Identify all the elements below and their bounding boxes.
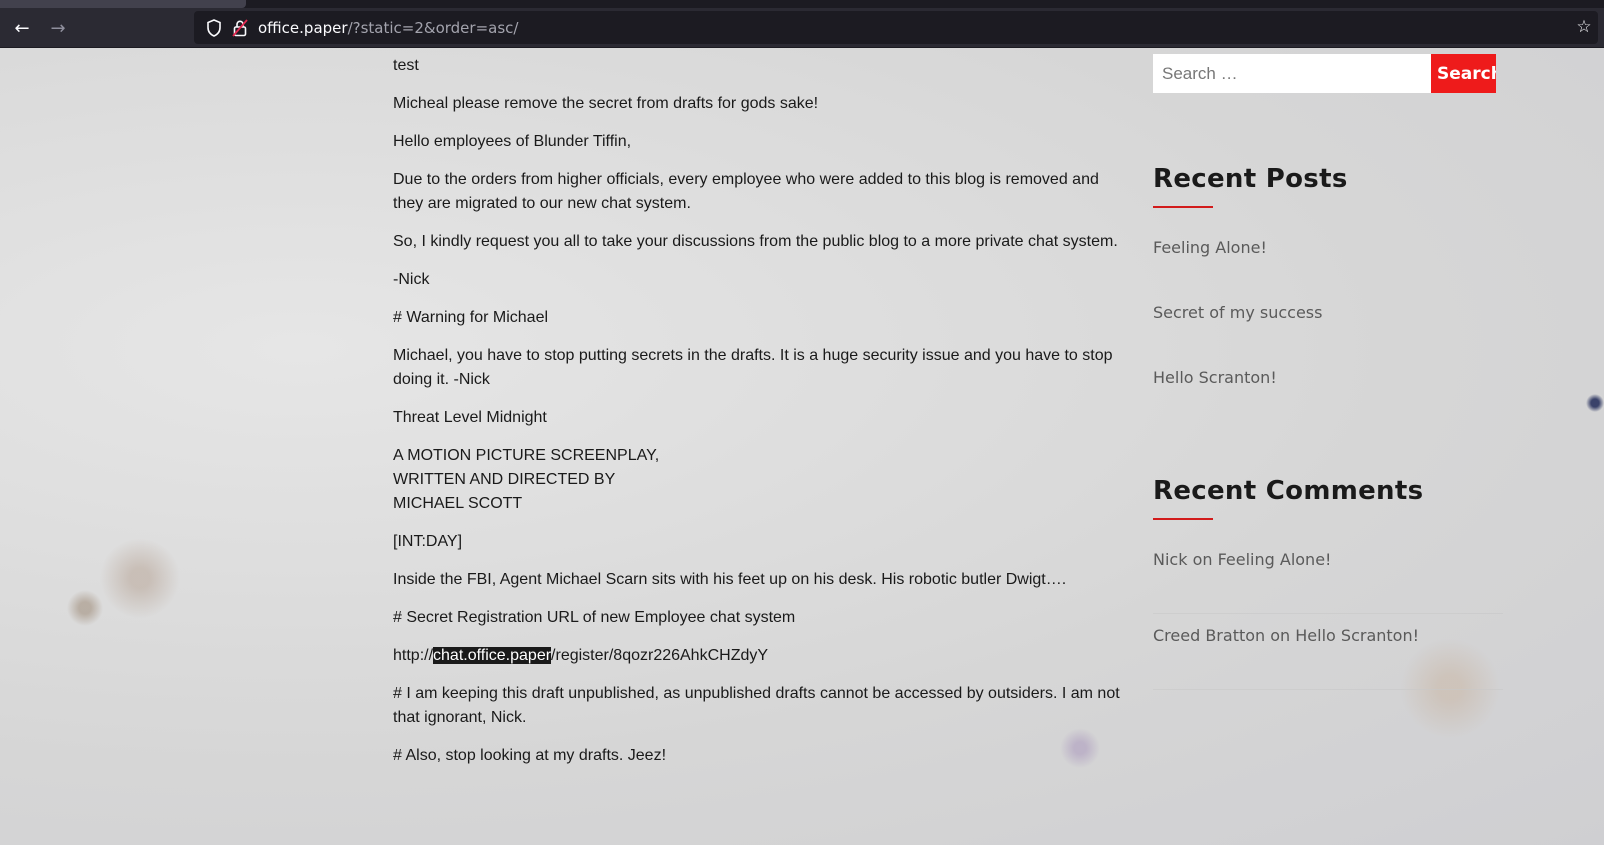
screenplay-line: WRITTEN AND DIRECTED BY [393, 471, 616, 488]
url-path: /?static=2&order=asc/ [347, 18, 519, 37]
browser-toolbar: ← → office.paper/?static=2&order=asc/ ☆ [0, 0, 1604, 48]
post-paragraph: Hello employees of Blunder Tiffin, [393, 133, 632, 150]
post-paragraph: Michael, you have to stop putting secret… [393, 347, 1113, 388]
search-form: Search [1153, 54, 1503, 93]
shield-icon[interactable] [204, 18, 224, 38]
post-paragraph: Due to the orders from higher officials,… [393, 171, 1099, 212]
url-host: office.paper [258, 18, 348, 37]
post-paragraph: # Also, stop looking at my drafts. Jeez! [393, 747, 667, 764]
recent-comment-link[interactable]: Creed Bratton on Hello Scranton! [1153, 626, 1503, 690]
post-paragraph: # Warning for Michael [393, 309, 549, 326]
post-paragraph: test [393, 57, 419, 74]
back-arrow-icon[interactable]: ← [8, 14, 36, 42]
url-prefix: http:// [393, 647, 434, 664]
title-underline [1153, 206, 1213, 208]
recent-post-link[interactable]: Hello Scranton! [1153, 368, 1503, 433]
recent-comments-title: Recent Comments [1153, 476, 1424, 506]
recent-comments-widget: Recent Comments Nick on Feeling Alone! C… [1153, 476, 1503, 702]
post-paragraph: Threat Level Midnight [393, 409, 547, 426]
url-text[interactable]: office.paper/?static=2&order=asc/ [258, 19, 518, 37]
page-body: test Micheal please remove the secret fr… [0, 48, 1604, 845]
search-button[interactable]: Search [1431, 54, 1496, 93]
post-paragraph: So, I kindly request you all to take you… [393, 233, 1118, 250]
screenplay-line: A MOTION PICTURE SCREENPLAY, [393, 447, 660, 464]
screenplay-line: MICHAEL SCOTT [393, 495, 523, 512]
post-paragraph: # Secret Registration URL of new Employe… [393, 609, 796, 626]
screenplay-block: A MOTION PICTURE SCREENPLAY, WRITTEN AND… [393, 444, 1123, 516]
post-paragraph: # I am keeping this draft unpublished, a… [393, 685, 1120, 726]
sidebar: Search Recent Posts Feeling Alone! Secre… [1153, 54, 1503, 690]
recent-posts-title: Recent Posts [1153, 164, 1348, 194]
url-highlighted-host[interactable]: chat.office.paper [433, 647, 552, 664]
recent-posts-widget: Recent Posts Feeling Alone! Secret of my… [1153, 164, 1503, 433]
recent-post-link[interactable]: Feeling Alone! [1153, 238, 1503, 303]
tab-strip [0, 0, 1604, 8]
url-suffix: /register/8qozr226AhkCHZdyY [551, 647, 769, 664]
search-input[interactable] [1153, 54, 1431, 93]
post-paragraph: -Nick [393, 271, 430, 288]
recent-comment-link[interactable]: Nick on Feeling Alone! [1153, 550, 1503, 614]
registration-url[interactable]: http://chat.office.paper/register/8qozr2… [393, 644, 1123, 668]
recent-post-link[interactable]: Secret of my success [1153, 303, 1503, 368]
post-paragraph: Micheal please remove the secret from dr… [393, 95, 819, 112]
post-content: test Micheal please remove the secret fr… [393, 54, 1123, 782]
title-underline [1153, 518, 1213, 520]
post-paragraph: Inside the FBI, Agent Michael Scarn sits… [393, 571, 1067, 588]
insecure-lock-icon[interactable] [230, 18, 250, 38]
forward-arrow-icon[interactable]: → [44, 14, 72, 42]
post-paragraph: [INT:DAY] [393, 533, 463, 550]
bookmark-star-icon[interactable]: ☆ [1574, 17, 1594, 37]
active-tab[interactable] [0, 0, 246, 8]
address-bar[interactable]: office.paper/?static=2&order=asc/ ☆ [194, 11, 1598, 44]
